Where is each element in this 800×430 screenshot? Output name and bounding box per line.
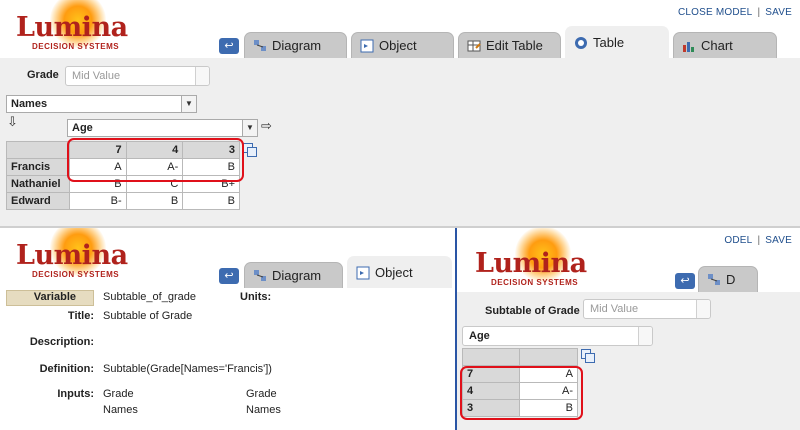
identifier-value: Subtable_of_grade bbox=[103, 291, 196, 303]
subtable: 7 A 4 A- 3 B bbox=[461, 348, 578, 417]
diagram-icon bbox=[253, 39, 267, 53]
header: Lumina DECISION SYSTEMS CLOSE MODEL | SAVE… bbox=[0, 0, 800, 58]
object-icon bbox=[360, 39, 374, 53]
table-row: Edward B- B B bbox=[6, 192, 240, 210]
row-header: Francis bbox=[6, 158, 70, 176]
back-button[interactable]: ↩ bbox=[675, 273, 695, 289]
logo-tagline: DECISION SYSTEMS bbox=[491, 278, 579, 287]
subtable-view-panel: Lumina DECISION SYSTEMS ODEL | SAVE ↩ D Su… bbox=[457, 228, 800, 430]
tab-object[interactable]: Object bbox=[347, 256, 452, 288]
save-link[interactable]: SAVE bbox=[765, 235, 792, 246]
tab-diagram[interactable]: Diagram bbox=[244, 32, 347, 58]
tab-diagram[interactable]: Diagram bbox=[244, 262, 343, 288]
back-button[interactable]: ↩ bbox=[219, 268, 239, 284]
pivot-down-arrow-icon[interactable]: ⇩ bbox=[7, 114, 18, 130]
close-model-link[interactable]: CLOSE MODEL bbox=[678, 7, 752, 18]
column-header: 3 bbox=[182, 141, 240, 159]
input-link[interactable]: Names bbox=[246, 404, 281, 416]
object-icon bbox=[356, 266, 370, 280]
table-header-row bbox=[461, 348, 578, 366]
logo-wordmark: Lumina bbox=[16, 12, 128, 43]
logo-tagline: DECISION SYSTEMS bbox=[32, 42, 120, 51]
row-header: 3 bbox=[461, 399, 521, 417]
top-links: CLOSE MODEL | SAVE bbox=[677, 7, 792, 18]
lumina-logo: Lumina DECISION SYSTEMS bbox=[475, 228, 605, 288]
table-cell[interactable]: A bbox=[519, 365, 578, 383]
diagram-icon bbox=[253, 269, 267, 283]
title-label: Title: bbox=[67, 310, 94, 322]
object-view-panel: Lumina DECISION SYSTEMS ↩ Diagram Object… bbox=[0, 228, 455, 430]
table-row: Nathaniel B C B+ bbox=[6, 175, 240, 193]
column-header: 4 bbox=[125, 141, 184, 159]
row-header: 7 bbox=[461, 365, 521, 383]
class-label: Variable bbox=[33, 291, 76, 303]
back-button[interactable]: ↩ bbox=[219, 38, 239, 54]
chevron-down-icon: ▼ bbox=[181, 96, 196, 112]
table-view-panel: Lumina DECISION SYSTEMS CLOSE MODEL | SAVE… bbox=[0, 0, 800, 226]
chart-icon bbox=[682, 39, 696, 53]
table-cell[interactable]: B- bbox=[68, 192, 127, 210]
table-cell[interactable]: B bbox=[182, 192, 240, 210]
chevron-down-icon: ▼ bbox=[242, 120, 257, 136]
table-row: 4 A- bbox=[461, 382, 578, 400]
diagram-icon bbox=[707, 273, 721, 287]
lumina-logo: Lumina DECISION SYSTEMS bbox=[10, 228, 140, 282]
inputs-label: Inputs: bbox=[57, 388, 94, 400]
table-header-row: 7 4 3 bbox=[6, 141, 240, 159]
table-cell[interactable]: B bbox=[182, 158, 240, 176]
units-label: Units: bbox=[240, 291, 272, 303]
variable-value-field[interactable]: Mid Value bbox=[583, 299, 711, 319]
logo-wordmark: Lumina bbox=[475, 248, 587, 279]
table-cell[interactable]: A- bbox=[125, 158, 184, 176]
tab-object[interactable]: Object bbox=[351, 32, 454, 58]
table-row: 7 A bbox=[461, 365, 578, 383]
row-header: Nathaniel bbox=[6, 175, 70, 193]
table-row: 3 B bbox=[461, 399, 578, 417]
logo-tagline: DECISION SYSTEMS bbox=[32, 270, 120, 279]
copy-table-icon[interactable] bbox=[243, 143, 259, 157]
row-header: Edward bbox=[6, 192, 70, 210]
table-cell[interactable]: C bbox=[125, 175, 184, 193]
input-link[interactable]: Names bbox=[103, 404, 138, 416]
edit-table-icon bbox=[467, 39, 481, 53]
tab-table[interactable]: Table bbox=[565, 26, 669, 58]
variable-value-field[interactable]: Mid Value bbox=[65, 66, 210, 86]
column-header: 7 bbox=[68, 141, 127, 159]
save-link[interactable]: SAVE bbox=[765, 7, 792, 18]
top-links: ODEL | SAVE bbox=[724, 235, 792, 246]
table-cell[interactable]: A- bbox=[519, 382, 578, 400]
table-cell[interactable]: B bbox=[125, 192, 184, 210]
row-index-dropdown[interactable]: Names ▼ bbox=[6, 95, 197, 113]
index-dropdown[interactable]: Age bbox=[462, 326, 653, 346]
copy-table-icon[interactable] bbox=[581, 349, 597, 363]
variable-label: Subtable of Grade bbox=[485, 305, 580, 317]
table-cell[interactable]: B bbox=[68, 175, 127, 193]
pivot-right-arrow-icon[interactable]: ⇨ bbox=[261, 118, 272, 134]
logo-wordmark: Lumina bbox=[16, 240, 128, 271]
table-row: Francis A A- B bbox=[6, 158, 240, 176]
input-link[interactable]: Grade bbox=[103, 388, 134, 400]
description-label: Description: bbox=[29, 336, 94, 348]
definition-value: Subtable(Grade[Names='Francis']) bbox=[103, 363, 272, 375]
close-model-link[interactable]: ODEL bbox=[724, 235, 752, 246]
data-table: 7 4 3 Francis A A- B Nathaniel B C B+ Ed… bbox=[6, 141, 240, 210]
table-cell[interactable]: B+ bbox=[182, 175, 240, 193]
row-header: 4 bbox=[461, 382, 521, 400]
table-body: Grade Mid Value Names ▼ ⇩ Age ▼ ⇨ 7 4 3 Fr… bbox=[0, 58, 800, 226]
table-icon bbox=[574, 36, 588, 50]
tab-edit-table[interactable]: Edit Table bbox=[458, 32, 561, 58]
column-index-dropdown[interactable]: Age ▼ bbox=[67, 119, 258, 137]
lumina-logo: Lumina DECISION SYSTEMS bbox=[10, 0, 140, 54]
input-link[interactable]: Grade bbox=[246, 388, 277, 400]
tab-chart[interactable]: Chart bbox=[673, 32, 777, 58]
title-value: Subtable of Grade bbox=[103, 310, 193, 322]
definition-label: Definition: bbox=[39, 363, 94, 375]
table-cell[interactable]: A bbox=[68, 158, 127, 176]
tab-diagram[interactable]: D bbox=[698, 266, 758, 292]
variable-label: Grade bbox=[27, 69, 59, 81]
table-cell[interactable]: B bbox=[519, 399, 578, 417]
